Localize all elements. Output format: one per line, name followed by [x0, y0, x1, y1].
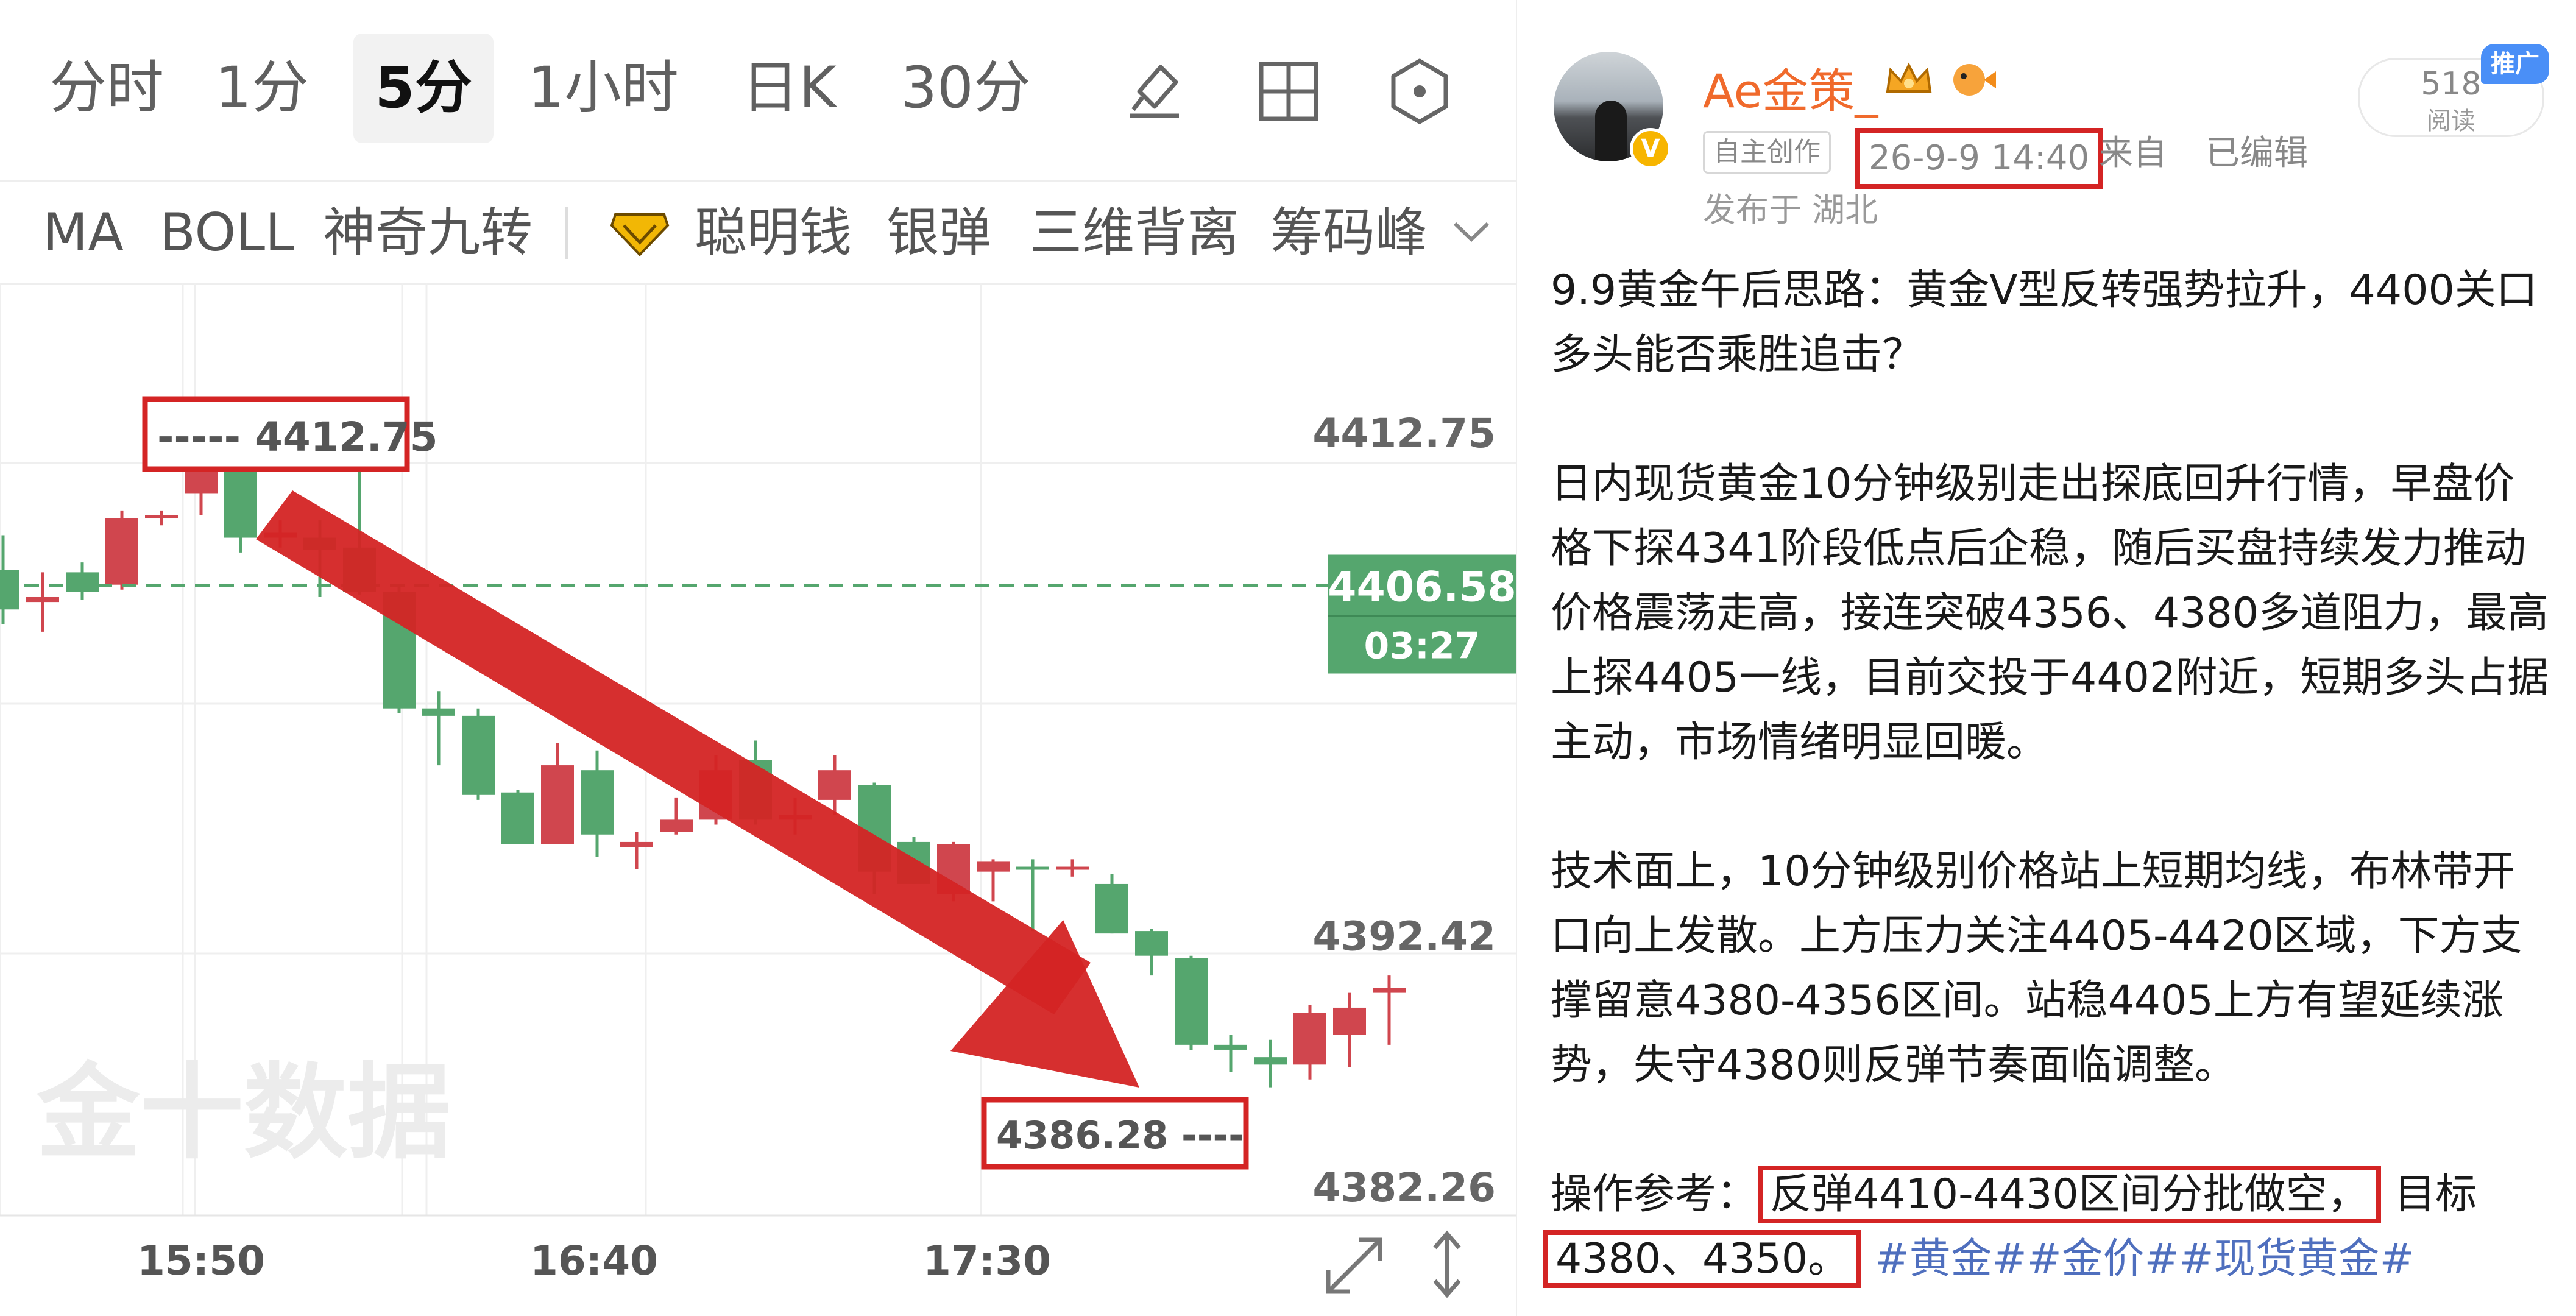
indicator-boll[interactable]: BOLL	[160, 183, 294, 283]
post-location: 发布于 湖北	[1703, 191, 1878, 229]
tab-1hour[interactable]: 1小时	[524, 34, 682, 143]
post-paragraph-2: 技术面上，10分钟级别价格站上短期均线，布林带开口向上发散。上方压力关注4405…	[1551, 847, 2522, 1089]
x-tick-label: 15:50	[137, 1237, 265, 1284]
timeframe-tabs: 分时 1分 5分 1小时 日K 30分	[0, 24, 1516, 155]
expand-arrows	[1326, 1237, 1382, 1294]
post-timestamp: 26-9-9 14:40	[1855, 128, 2103, 189]
op-target-label: 目标	[2394, 1170, 2477, 1219]
candle-body	[66, 572, 99, 592]
tab-30min[interactable]: 30分	[890, 34, 1042, 143]
candle-body	[818, 770, 851, 800]
candlestick-chart[interactable]: 4412.75 4392.42 4382.26 15:50 16:40 17:30 金十数…	[0, 283, 1516, 1316]
pufferfish-badge-icon	[1953, 64, 1996, 96]
indicator-chip-peak[interactable]: 筹码峰	[1270, 183, 1428, 283]
hashtags[interactable]: #黄金##金价##现货黄金#	[1875, 1235, 2415, 1283]
y-tick-label: 4382.26	[1312, 1164, 1496, 1211]
promo-badge: 推广	[2481, 44, 2549, 84]
red-arrow-shaft	[256, 490, 1091, 1014]
candle-body	[105, 518, 138, 585]
grid-layout-icon[interactable]	[1252, 55, 1325, 128]
x-tick-label: 17:30	[923, 1237, 1051, 1284]
low-price-label: 4386.28 ----	[996, 1113, 1244, 1158]
post-operation: 操作参考： 反弹4410-4430区间分批做空， 目标	[1551, 1162, 2550, 1227]
edited-label[interactable]: 已编辑	[2206, 128, 2308, 179]
indicator-divider	[565, 207, 568, 259]
candle-body	[1056, 866, 1089, 870]
y-tick-label: 4392.42	[1312, 913, 1496, 960]
tab-fenshi[interactable]: 分时	[34, 34, 180, 143]
tab-5min[interactable]: 5分	[353, 34, 494, 143]
chevron-down-icon[interactable]	[1450, 216, 1493, 247]
candle-body	[145, 515, 178, 519]
post-targets-line: 4380、4350。 #黄金##金价##现货黄金#	[1543, 1227, 2550, 1292]
indicator-smart-money[interactable]: 聪明钱	[695, 183, 852, 283]
read-label: 阅读	[2427, 107, 2475, 135]
post-source: 来自	[2099, 133, 2167, 173]
candle-body	[1373, 988, 1406, 993]
indicator-3d-divergence[interactable]: 三维背离	[1030, 183, 1239, 283]
current-price-value: 4406.58	[1328, 564, 1516, 612]
countdown-value: 03:27	[1364, 625, 1481, 668]
candle-body	[660, 819, 693, 832]
indicator-ma[interactable]: MA	[43, 183, 124, 283]
post-title: 9.9黄金午后思路：黄金Ⅴ型反转强势拉升，4400关口多头能否乘胜追击？	[1551, 266, 2538, 379]
candle-body	[462, 715, 495, 795]
username[interactable]: Ae金策_	[1703, 54, 1878, 121]
indicator-silver-bullet[interactable]: 银弹	[886, 183, 991, 283]
candle-body	[1095, 883, 1128, 934]
original-tag: 自主创作	[1703, 131, 1831, 174]
post-panel: V Ae金策_ 518 阅读 推广 自主创作 26-9-9 14:40 来自 已…	[1517, 0, 2576, 1316]
candle-body	[224, 461, 257, 538]
candle-body	[1175, 958, 1208, 1045]
high-price-label: ----- 4412.75	[157, 414, 438, 461]
candle-body	[541, 765, 574, 844]
candle-body	[1016, 866, 1049, 870]
tabs-divider	[0, 180, 1516, 182]
op-label: 操作参考：	[1551, 1170, 1758, 1219]
candle-body	[1254, 1057, 1287, 1065]
chart-panel: 分时 1分 5分 1小时 日K 30分 MA BOLL 神奇九转 聪明钱 银弹	[0, 0, 1517, 1316]
op-targets: 4380、4350。	[1543, 1230, 1862, 1288]
settings-hex-icon[interactable]	[1383, 55, 1456, 128]
tab-1min[interactable]: 1分	[201, 34, 323, 143]
post-paragraph-1: 日内现货黄金10分钟级别走出探底回升行情，早盘价格下探4341阶段低点后企稳，随…	[1551, 460, 2549, 766]
candle-body	[1135, 931, 1168, 956]
vertical-resize-icon	[1433, 1230, 1461, 1298]
draw-tool-icon[interactable]	[1118, 55, 1191, 128]
tab-daily-k[interactable]: 日K	[725, 34, 853, 143]
op-short-zone: 反弹4410-4430区间分批做空，	[1758, 1166, 2381, 1223]
candle-body	[422, 708, 455, 716]
candle-body	[977, 861, 1010, 872]
indicator-nine-turn[interactable]: 神奇九转	[323, 183, 533, 283]
candle-body	[1333, 1007, 1366, 1035]
candle-body	[620, 841, 653, 847]
candle-body	[501, 792, 534, 844]
diamond-vip-icon	[610, 213, 670, 256]
resize-arrows	[1433, 1230, 1461, 1298]
indicator-bar: MA BOLL 神奇九转 聪明钱 银弹 三维背离 筹码峰	[0, 183, 1516, 283]
candle-body	[26, 596, 59, 603]
candle-body	[581, 770, 614, 835]
candle-body	[1293, 1013, 1326, 1065]
candle-body	[1214, 1044, 1247, 1050]
x-tick-label: 16:40	[530, 1237, 658, 1284]
verified-badge-icon: V	[1630, 128, 1671, 169]
crown-badge-icon	[1886, 62, 1932, 93]
candle-body	[0, 570, 19, 610]
watermark: 金十数据	[36, 1053, 451, 1173]
y-tick-label: 4412.75	[1312, 410, 1496, 457]
expand-icon	[1326, 1237, 1382, 1294]
